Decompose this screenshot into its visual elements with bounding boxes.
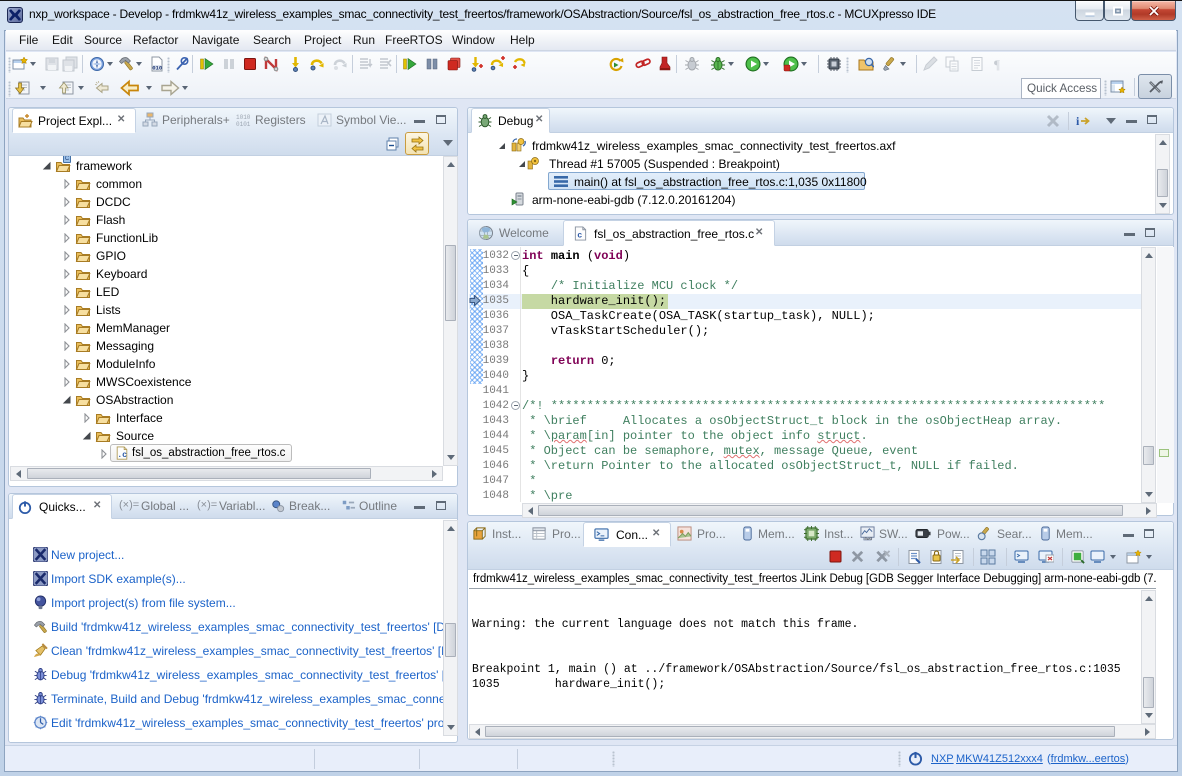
svg-text:i: i	[1076, 114, 1080, 128]
svg-text:¶: ¶	[994, 57, 1000, 72]
svg-text:010: 010	[152, 64, 163, 71]
svg-text:SWO: SWO	[864, 537, 872, 541]
svg-text:c: c	[577, 230, 582, 240]
svg-text:1010: 1010	[236, 114, 251, 121]
svg-text:.c: .c	[117, 451, 127, 460]
svg-text:0101: 0101	[236, 121, 251, 128]
